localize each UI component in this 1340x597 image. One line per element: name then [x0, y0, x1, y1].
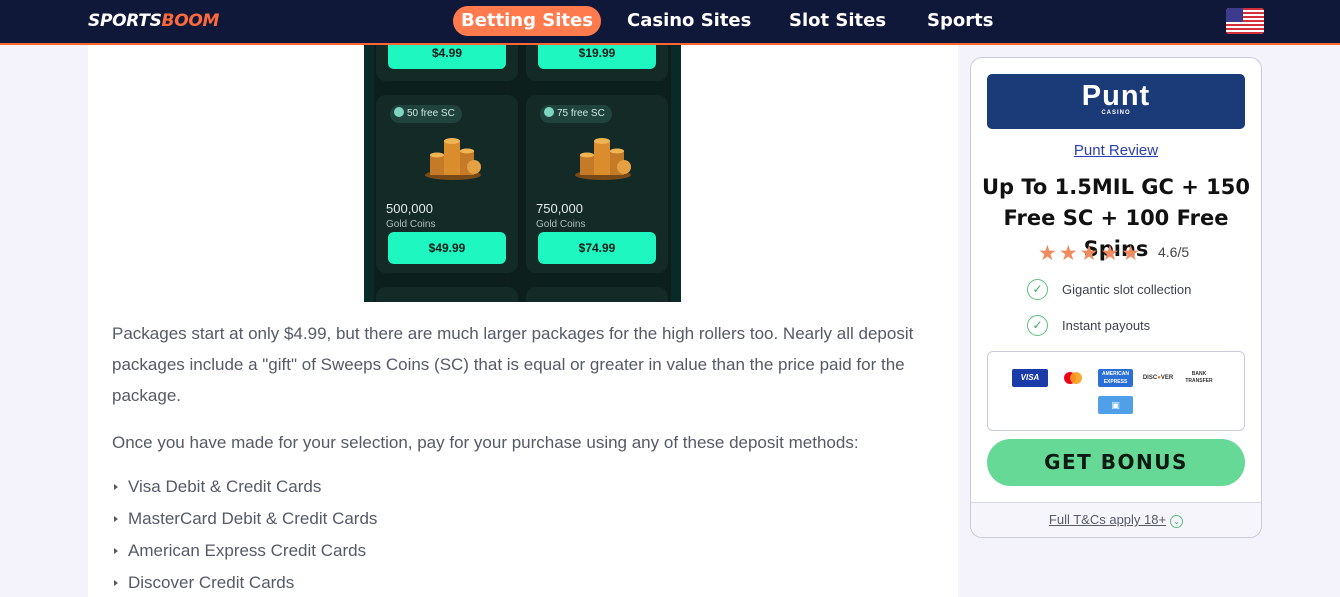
nav-sports[interactable]: Sports [927, 6, 993, 36]
nav-slot-sites[interactable]: Slot Sites [789, 6, 886, 36]
star-rating-icon: ★★★★★ [1038, 242, 1143, 265]
feature-label: Instant payouts [1062, 318, 1151, 333]
list-item: MasterCard Debit & Credit Cards [112, 504, 377, 536]
article-paragraph: Once you have made for your selection, p… [112, 433, 859, 452]
brand-subtitle: CASINO [1101, 110, 1131, 116]
chevron-down-icon[interactable]: ⌄ [1170, 515, 1184, 528]
casino-offer-widget: Punt CASINO Punt Review Up To 1.5MIL GC … [970, 57, 1262, 538]
visa-icon: VISA [1012, 369, 1048, 387]
gold-coins-icon [575, 138, 631, 180]
package-unit: Gold Coins [536, 219, 586, 230]
discover-icon: DISC●VER [1142, 375, 1174, 381]
check-icon: ✓ [1027, 315, 1048, 336]
list-item: Visa Debit & Credit Cards [112, 472, 377, 504]
screenshot-edge-right [671, 45, 681, 302]
brand-name: Punt [1081, 80, 1151, 112]
free-sc-badge: 50 free SC [390, 105, 462, 123]
nav-betting-sites[interactable]: Betting Sites [453, 6, 601, 36]
bank-transfer-icon: BANK TRANSFER [1185, 371, 1213, 384]
list-item: American Express Credit Cards [112, 536, 377, 568]
feature-item: ✓ Instant payouts [1027, 315, 1151, 337]
list-item: Discover Credit Cards [112, 568, 377, 597]
package-card: 75 free SC 750,000 Gold Coins $74.99 [526, 95, 668, 273]
site-logo[interactable]: SPORTSBOOM [88, 11, 219, 31]
feature-item: ✓ Gigantic slot collection [1027, 279, 1192, 301]
package-amount: 500,000 [386, 201, 433, 216]
offer-line: Up To 1.5MIL GC + 150 [982, 175, 1250, 199]
mastercard-icon [1064, 372, 1082, 384]
free-sc-text: 50 free SC [407, 108, 455, 119]
terms-link[interactable]: Full T&Cs apply 18+ ⌄ [971, 512, 1261, 528]
screenshot-edge-left [364, 45, 374, 302]
sc-coin-icon [544, 107, 554, 117]
package-screenshot: $4.99 $19.99 50 free SC 500,000 Gold Coi… [364, 45, 681, 302]
sc-coin-icon [394, 107, 404, 117]
package-amount: 750,000 [536, 201, 583, 216]
terms-text: Full T&Cs apply 18+ [1048, 512, 1167, 527]
package-card: $19.99 [526, 45, 668, 81]
wallet-icon: ▣ [1098, 396, 1133, 414]
package-price-button: $4.99 [388, 45, 506, 69]
package-card: 50 free SC 500,000 Gold Coins $49.99 [376, 95, 518, 273]
nav-casino-sites[interactable]: Casino Sites [627, 6, 751, 36]
rating-value: 4.6/5 [1158, 244, 1190, 260]
logo-text-boom: BOOM [161, 11, 220, 31]
feature-label: Gigantic slot collection [1062, 282, 1192, 297]
package-card [376, 287, 518, 302]
package-card: $4.99 [376, 45, 518, 81]
package-price-button: $19.99 [538, 45, 656, 69]
gold-coins-icon [425, 138, 481, 180]
get-bonus-button[interactable]: GET BONUS [987, 439, 1245, 486]
deposit-methods-list: Visa Debit & Credit Cards MasterCard Deb… [112, 472, 377, 597]
payment-methods: VISA AMERICAN EXPRESS DISC●VER BANK TRANSF… [987, 351, 1245, 431]
package-unit: Gold Coins [386, 219, 436, 230]
logo-text-sports: SPORTS [88, 11, 162, 31]
free-sc-badge: 75 free SC [540, 105, 612, 123]
brand-logo[interactable]: Punt CASINO [987, 74, 1245, 129]
terms-bar: Full T&Cs apply 18+ ⌄ [971, 502, 1261, 537]
check-icon: ✓ [1027, 279, 1048, 300]
package-price-button: $49.99 [388, 232, 506, 264]
amex-icon: AMERICAN EXPRESS [1098, 369, 1133, 387]
article-paragraph: Packages start at only $4.99, but there … [112, 324, 914, 405]
us-flag-icon[interactable] [1226, 8, 1264, 34]
package-card [526, 287, 668, 302]
review-link[interactable]: Punt Review [971, 142, 1261, 159]
free-sc-text: 75 free SC [557, 108, 605, 119]
package-price-button: $74.99 [538, 232, 656, 264]
site-header: SPORTSBOOM Betting Sites Casino Sites Sl… [0, 0, 1340, 45]
article-content: $4.99 $19.99 50 free SC 500,000 Gold Coi… [88, 45, 958, 597]
